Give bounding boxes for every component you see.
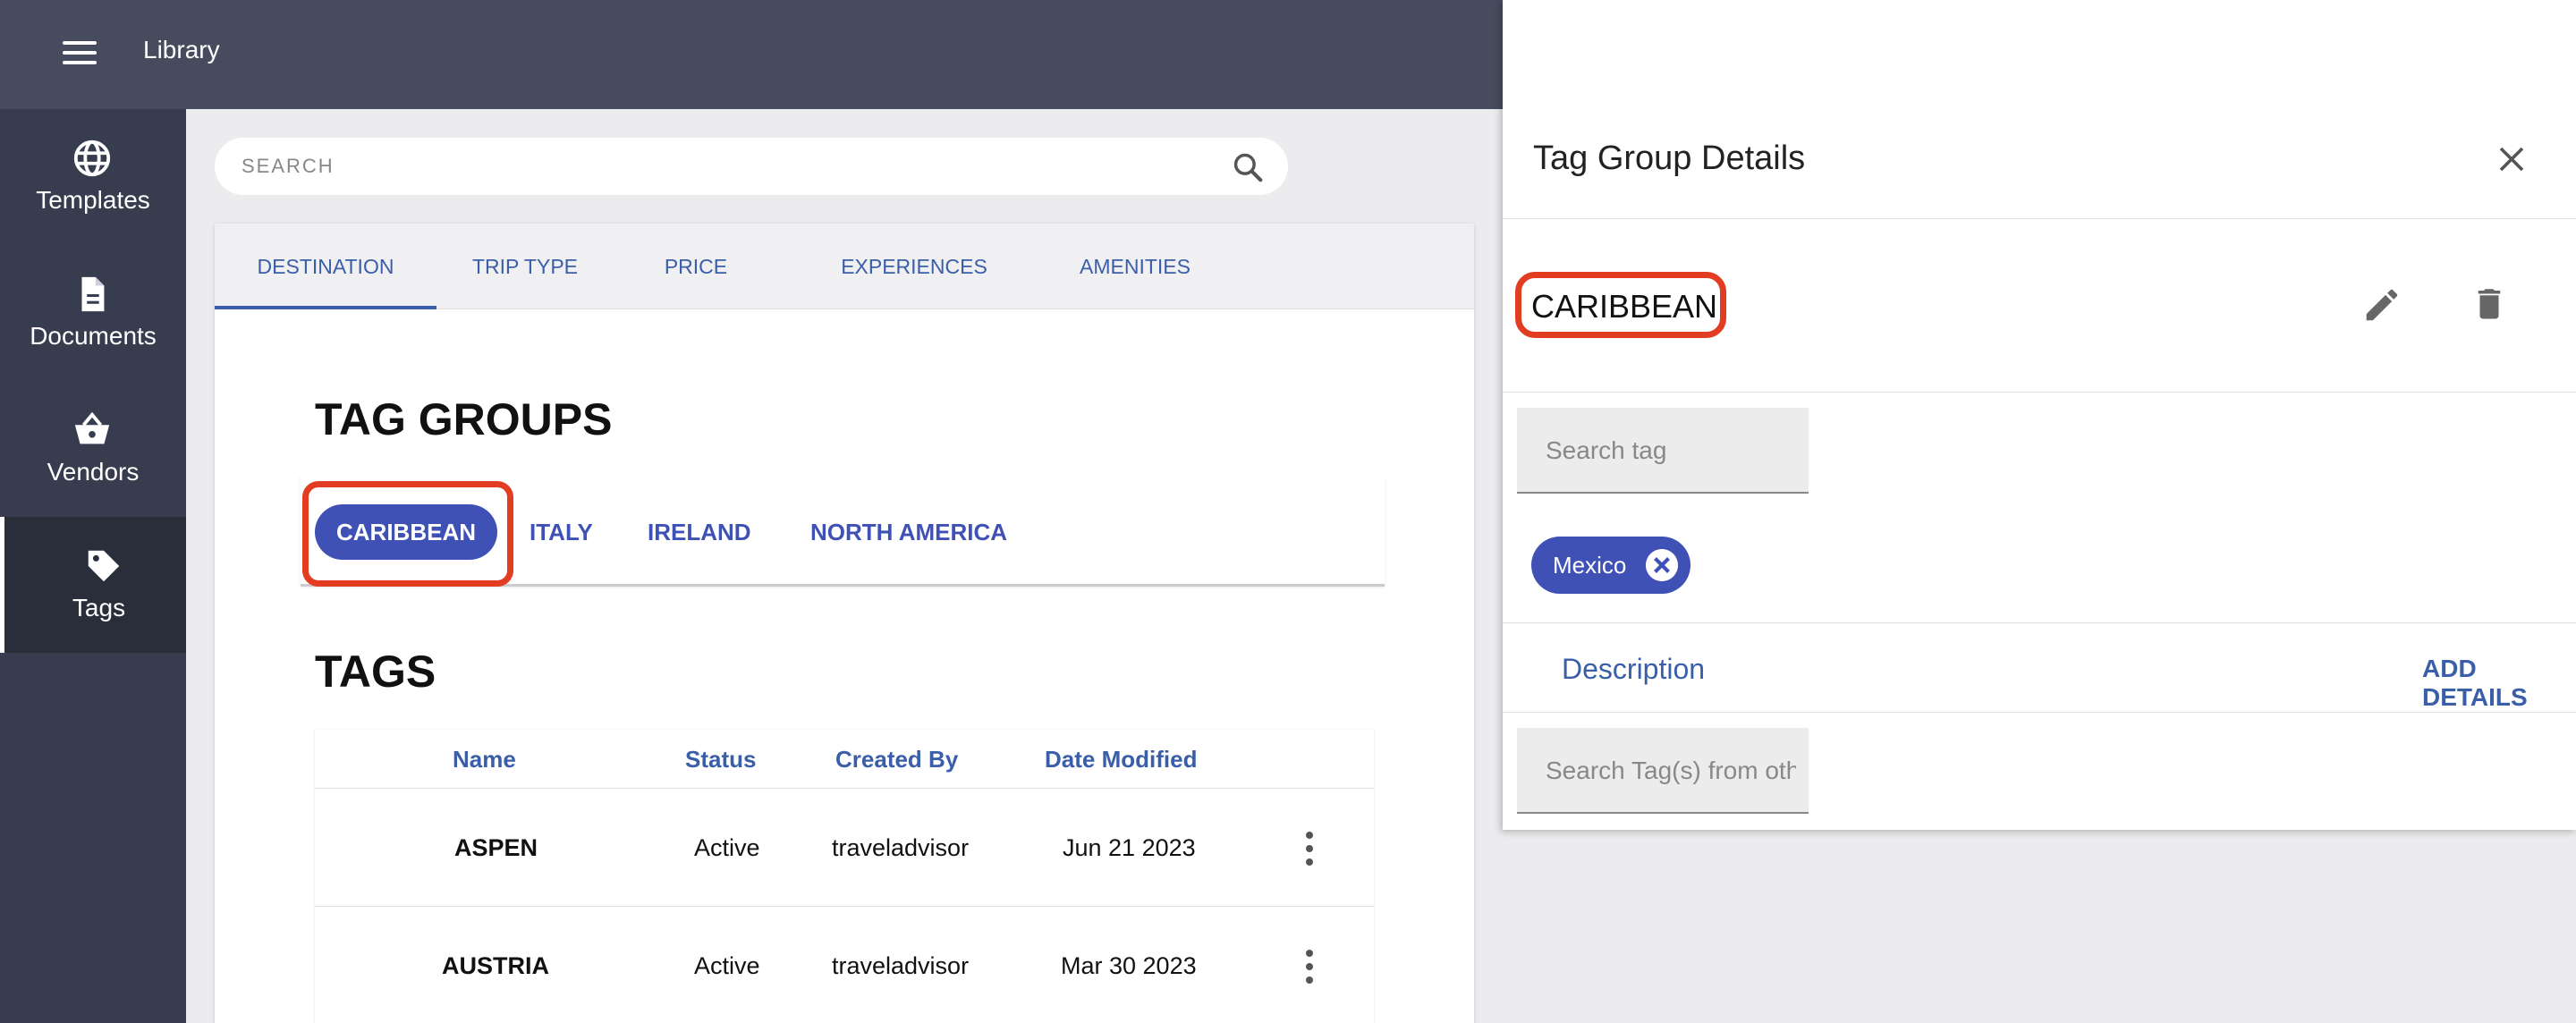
search-icon[interactable] <box>1231 150 1265 184</box>
tab-amenities[interactable]: AMENITIES <box>1061 224 1209 309</box>
tag-search-input[interactable] <box>1546 431 1796 470</box>
sidebar-item-tags[interactable]: Tags <box>0 517 186 653</box>
divider <box>1503 622 2576 623</box>
tag-date-modified: Mar 30 2023 <box>1061 952 1197 979</box>
document-icon <box>81 276 105 312</box>
search-input[interactable] <box>242 148 1208 184</box>
sidebar-item-label: Documents <box>30 322 157 350</box>
tab-experiences[interactable]: EXPERIENCES <box>834 224 995 309</box>
tag-name: AUSTRIA <box>442 952 549 979</box>
other-groups-search-field <box>1517 728 1809 814</box>
tag-chip-label: Mexico <box>1553 552 1627 579</box>
tag-status: Active <box>694 834 760 861</box>
tab-price[interactable]: PRICE <box>642 224 750 309</box>
more-vert-icon[interactable] <box>1301 950 1318 984</box>
more-vert-icon[interactable] <box>1301 832 1318 866</box>
sidebar-item-documents[interactable]: Documents <box>0 245 186 381</box>
main-card: DESTINATION TRIP TYPE PRICE EXPERIENCES … <box>215 224 1474 1023</box>
highlight-annotation <box>1515 272 1726 338</box>
tags-table: Name Status Created By Date Modified ASP… <box>315 730 1374 1023</box>
app-title: Library <box>143 36 220 63</box>
divider <box>1503 712 2576 713</box>
tag-group-italy[interactable]: ITALY <box>530 504 593 560</box>
add-details-button[interactable]: ADD DETAILS <box>2422 655 2576 712</box>
sidebar-item-label: Templates <box>36 186 150 214</box>
column-header-status[interactable]: Status <box>685 730 756 789</box>
close-icon[interactable] <box>2496 143 2528 175</box>
tab-trip-type[interactable]: TRIP TYPE <box>454 224 596 309</box>
table-row[interactable]: ASPEN Active traveladvisor Jun 21 2023 <box>315 789 1374 907</box>
category-tabs: DESTINATION TRIP TYPE PRICE EXPERIENCES … <box>215 224 1474 309</box>
basket-icon <box>74 411 110 444</box>
tag-created-by: traveladvisor <box>832 952 970 979</box>
sidebar: Templates Documents Vendors Tags <box>0 109 186 1023</box>
sidebar-item-templates[interactable]: Templates <box>0 109 186 245</box>
globe-icon <box>73 140 111 177</box>
remove-icon[interactable] <box>1646 549 1679 581</box>
tag-group-details-drawer: Tag Group Details CARIBBEAN Mexico Descr… <box>1503 0 2576 830</box>
tags-title: TAGS <box>315 647 436 697</box>
menu-icon[interactable] <box>63 39 97 66</box>
tag-group-north-america[interactable]: NORTH AMERICA <box>810 504 1007 560</box>
description-label: Description <box>1562 653 1706 685</box>
edit-icon[interactable] <box>2361 284 2402 326</box>
column-header-name[interactable]: Name <box>453 730 516 789</box>
tag-date-modified: Jun 21 2023 <box>1063 834 1196 861</box>
sidebar-item-vendors[interactable]: Vendors <box>0 381 186 517</box>
table-header: Name Status Created By Date Modified <box>315 730 1374 789</box>
search-bar <box>215 138 1288 195</box>
tag-group-ireland[interactable]: IRELAND <box>648 504 751 560</box>
tab-destination[interactable]: DESTINATION <box>215 224 436 309</box>
highlight-annotation <box>302 481 513 587</box>
tag-chip-mexico[interactable]: Mexico <box>1531 537 1691 594</box>
other-groups-search-input[interactable] <box>1546 751 1796 790</box>
tag-search-field <box>1517 408 1809 494</box>
column-header-created-by[interactable]: Created By <box>835 730 958 789</box>
tag-icon <box>88 550 120 582</box>
tag-name: ASPEN <box>454 834 538 861</box>
drawer-title: Tag Group Details <box>1533 140 1806 177</box>
tag-status: Active <box>694 952 760 979</box>
column-header-date-modified[interactable]: Date Modified <box>1045 730 1197 789</box>
table-row[interactable]: AUSTRIA Active traveladvisor Mar 30 2023 <box>315 907 1374 1023</box>
top-app-bar: Library <box>0 0 1503 109</box>
tag-created-by: traveladvisor <box>832 834 970 861</box>
divider <box>1503 218 2576 219</box>
delete-icon[interactable] <box>2470 283 2508 324</box>
divider <box>1503 392 2576 393</box>
sidebar-item-label: Vendors <box>47 458 140 486</box>
tag-groups-title: TAG GROUPS <box>315 394 613 444</box>
sidebar-item-label: Tags <box>72 594 126 621</box>
